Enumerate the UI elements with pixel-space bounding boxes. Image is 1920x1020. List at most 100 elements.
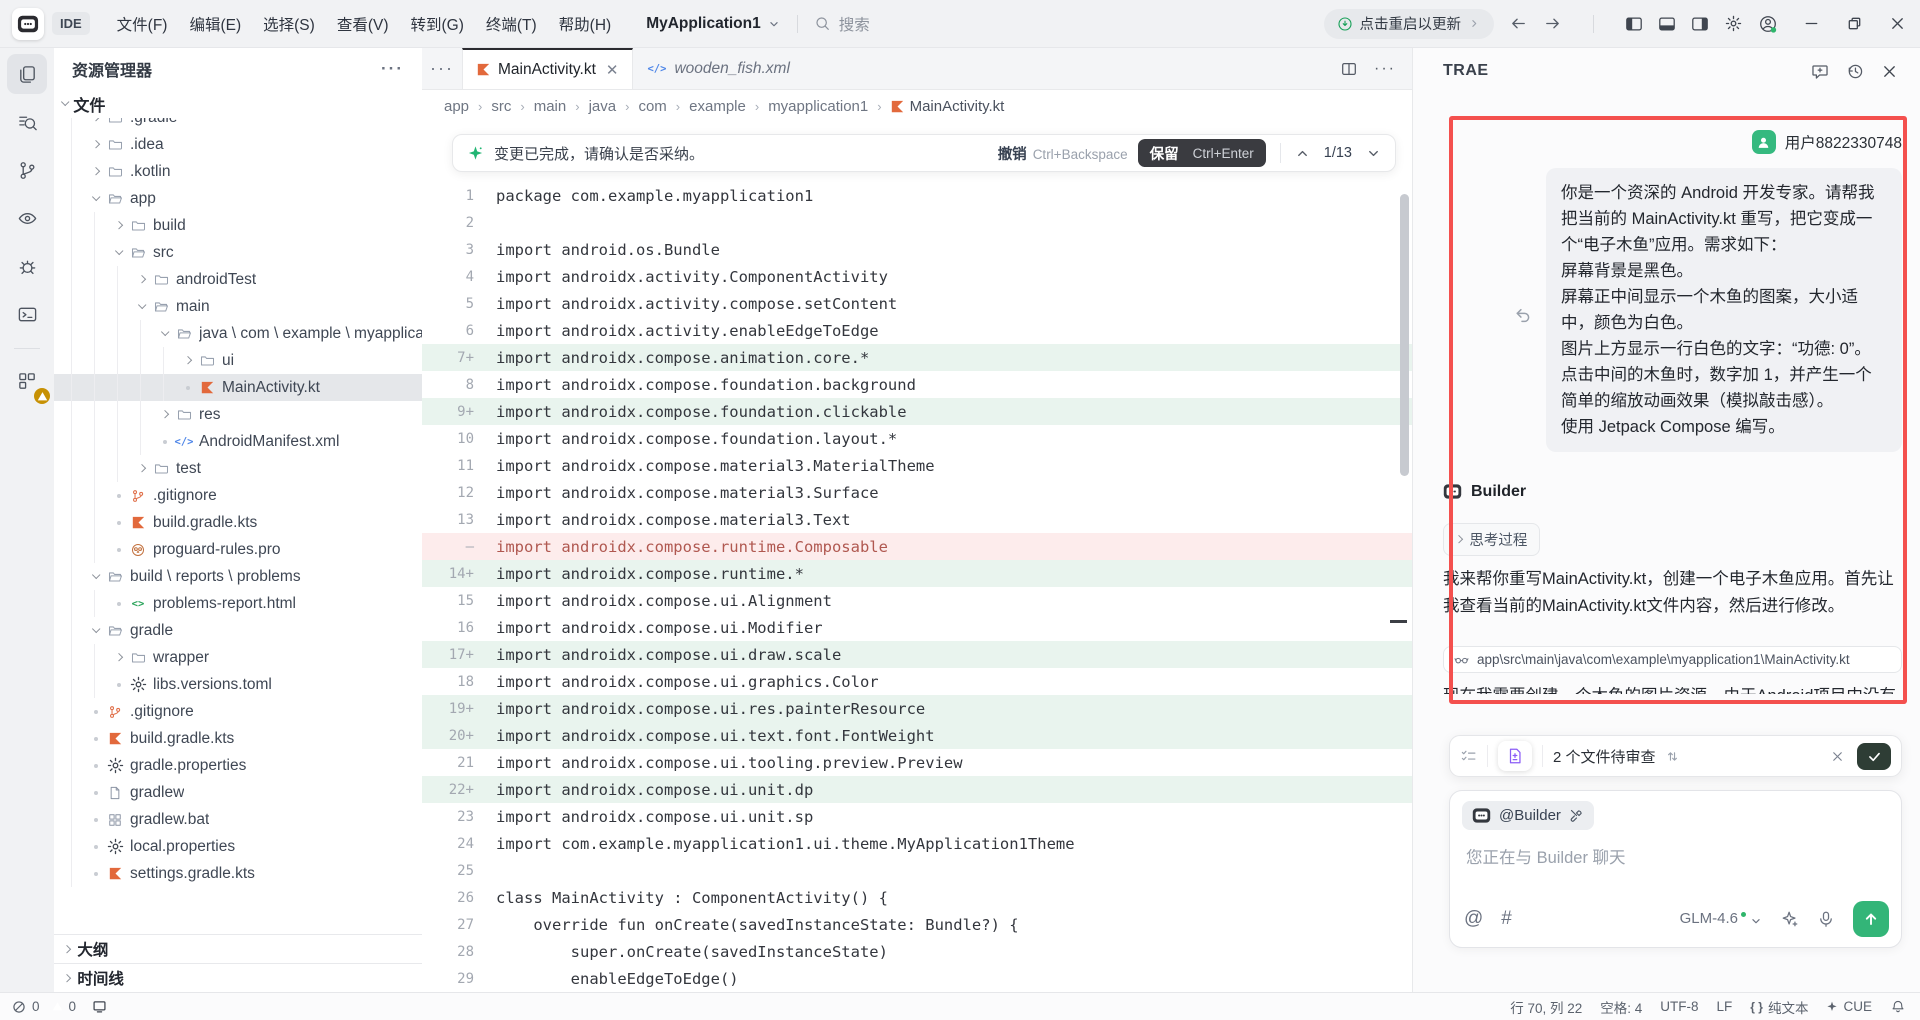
code-line[interactable]: 1package com.example.myapplication1 (422, 182, 1412, 209)
tree-item[interactable]: gradlew.bat (54, 806, 422, 833)
status-item[interactable]: { }纯文本 (1750, 997, 1808, 1017)
sort-icon[interactable] (1666, 750, 1679, 763)
tree-item[interactable]: test (54, 455, 422, 482)
tree-item[interactable]: libs.versions.toml (54, 671, 422, 698)
code-line[interactable]: 19+import androidx.compose.ui.res.painte… (422, 695, 1412, 722)
mention-button[interactable]: @ (1464, 908, 1483, 930)
restart-update-button[interactable]: 点击重启以更新 (1324, 9, 1495, 39)
split-editor-icon[interactable] (1340, 60, 1358, 78)
layout-right-toggle[interactable] (1691, 15, 1709, 33)
menu-item-3[interactable]: 查看(V) (326, 7, 400, 41)
minimize-button[interactable] (1803, 15, 1820, 32)
code-line[interactable]: 6import androidx.activity.enableEdgeToEd… (422, 317, 1412, 344)
agent-chip[interactable]: @Builder (1462, 801, 1594, 830)
keep-button[interactable]: 保留Ctrl+Enter (1138, 139, 1266, 167)
tree-item[interactable]: main (54, 293, 422, 320)
tree-item[interactable]: ui (54, 347, 422, 374)
tree-item[interactable]: .gitignore (54, 698, 422, 725)
extensions-warning-icon[interactable] (7, 361, 47, 401)
timeline-section[interactable]: 时间线 (54, 963, 422, 992)
account-icon[interactable] (1758, 14, 1778, 34)
accept-all-button[interactable] (1857, 743, 1891, 770)
warnings-icon[interactable] (52, 1001, 63, 1012)
code-line[interactable]: 15import androidx.compose.ui.Alignment (422, 587, 1412, 614)
breadcrumb-item[interactable]: java (589, 98, 617, 115)
tree-item[interactable]: src (54, 239, 422, 266)
code-line[interactable]: 3import android.os.Bundle (422, 236, 1412, 263)
nav-forward-button[interactable] (1543, 14, 1562, 33)
files-section-header[interactable]: 文件 (54, 90, 422, 118)
tree-item[interactable]: local.properties (54, 833, 422, 860)
status-item[interactable]: 行 70, 列 22 (1510, 997, 1582, 1017)
tree-item[interactable]: androidTest (54, 266, 422, 293)
tree-item[interactable]: .gradle (54, 118, 422, 131)
layout-bottom-toggle[interactable] (1658, 15, 1676, 33)
code-line[interactable]: 26class MainActivity : ComponentActivity… (422, 884, 1412, 911)
enhance-prompt-icon[interactable] (1781, 910, 1799, 928)
code-line[interactable]: 23import androidx.compose.ui.unit.sp (422, 803, 1412, 830)
code-line[interactable]: 17+import androidx.compose.ui.draw.scale (422, 641, 1412, 668)
new-chat-icon[interactable] (1811, 62, 1829, 80)
tree-item[interactable]: proguard-rules.pro (54, 536, 422, 563)
code-line[interactable]: 14+import androidx.compose.runtime.* (422, 560, 1412, 587)
close-tab-icon[interactable]: ✕ (606, 61, 619, 79)
microphone-icon[interactable] (1817, 910, 1835, 928)
tree-item[interactable]: .gitignore (54, 482, 422, 509)
code-line[interactable]: 20+import androidx.compose.ui.text.font.… (422, 722, 1412, 749)
status-item[interactable]: LF (1717, 999, 1733, 1014)
breadcrumb-item[interactable]: example (689, 98, 746, 115)
code-line[interactable]: 28 super.onCreate(savedInstanceState) (422, 938, 1412, 965)
code-line[interactable]: 2 (422, 209, 1412, 236)
nav-back-button[interactable] (1509, 14, 1528, 33)
tree-item[interactable]: res (54, 401, 422, 428)
outline-section[interactable]: 大纲 (54, 934, 422, 963)
code-line[interactable]: 16import androidx.compose.ui.Modifier (422, 614, 1412, 641)
context-hash-button[interactable]: # (1501, 908, 1512, 930)
tree-item[interactable]: gradle.properties (54, 752, 422, 779)
settings-gear-icon[interactable] (1724, 14, 1743, 33)
chat-input-box[interactable]: @Builder 您正在与 Builder 聊天 @ # GLM-4.6 (1449, 790, 1902, 948)
code-line[interactable]: —import androidx.compose.runtime.Composa… (422, 533, 1412, 560)
code-line[interactable]: 27 override fun onCreate(savedInstanceSt… (422, 911, 1412, 938)
menu-item-5[interactable]: 终端(T) (475, 7, 548, 41)
send-button[interactable] (1853, 901, 1889, 937)
explorer-more-button[interactable]: ··· (381, 59, 404, 79)
breadcrumb-item[interactable]: myapplication1 (768, 98, 868, 115)
menu-item-2[interactable]: 选择(S) (252, 7, 326, 41)
model-selector[interactable]: GLM-4.6 (1680, 910, 1763, 928)
thought-process-toggle[interactable]: 思考过程 (1443, 523, 1540, 556)
tree-item[interactable]: build.gradle.kts (54, 725, 422, 752)
tree-item[interactable]: gradle (54, 617, 422, 644)
history-icon[interactable] (1846, 62, 1864, 80)
code-line[interactable]: 4import androidx.activity.ComponentActiv… (422, 263, 1412, 290)
code-line[interactable]: 9+import androidx.compose.foundation.cli… (422, 398, 1412, 425)
chat-thread[interactable]: 用户8822330748 你是一个资深的 Android 开发专家。请帮我把当前… (1413, 94, 1920, 694)
code-line[interactable]: 13import androidx.compose.material3.Text (422, 506, 1412, 533)
status-item[interactable] (1890, 999, 1906, 1015)
tree-item[interactable]: wrapper (54, 644, 422, 671)
breadcrumb-item[interactable]: MainActivity.kt (891, 98, 1005, 115)
code-line[interactable]: 18import androidx.compose.ui.graphics.Co… (422, 668, 1412, 695)
ports-icon[interactable] (92, 999, 107, 1014)
editor-tab[interactable]: MainActivity.kt✕ (462, 48, 633, 89)
project-switcher[interactable]: MyApplication1 (646, 15, 781, 33)
status-item[interactable]: UTF-8 (1660, 999, 1698, 1014)
dismiss-review-button[interactable] (1830, 749, 1845, 764)
editor-scrollbar[interactable] (1400, 194, 1409, 476)
tree-item[interactable]: build.gradle.kts (54, 509, 422, 536)
bug-icon[interactable] (7, 246, 47, 286)
tree-item[interactable]: gradlew (54, 779, 422, 806)
global-search[interactable]: 搜索 (814, 13, 870, 35)
menu-item-6[interactable]: 帮助(H) (548, 7, 623, 41)
layout-left-toggle[interactable] (1625, 15, 1643, 33)
discard-button[interactable]: 撤销Ctrl+Backspace (998, 143, 1128, 164)
code-line[interactable]: 24import com.example.myapplication1.ui.t… (422, 830, 1412, 857)
code-line[interactable]: 25 (422, 857, 1412, 884)
tree-item[interactable]: settings.gradle.kts (54, 860, 422, 887)
eye-icon[interactable] (7, 198, 47, 238)
prev-change-button[interactable] (1295, 146, 1310, 161)
errors-icon[interactable] (12, 1000, 26, 1014)
editor-tab[interactable]: </>wooden_fish.xml (633, 48, 803, 89)
editor-more-button[interactable]: ··· (1374, 60, 1396, 78)
code-line[interactable]: 8import androidx.compose.foundation.back… (422, 371, 1412, 398)
